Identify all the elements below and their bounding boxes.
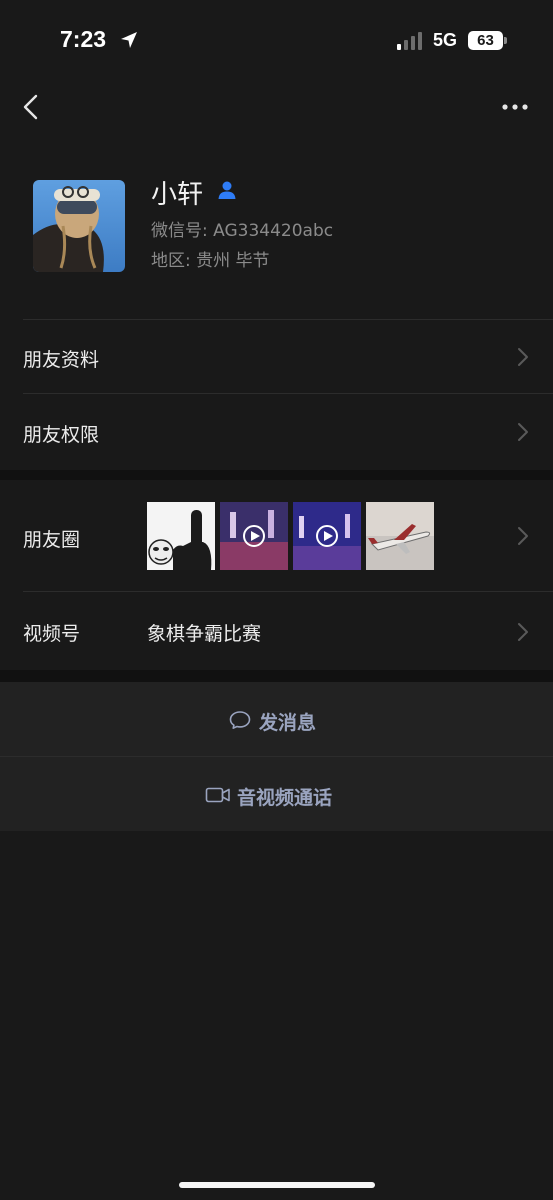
chevron-right-icon [518, 423, 528, 441]
section-gap [0, 670, 553, 682]
row-friend-info-label: 朋友资料 [23, 349, 100, 371]
row-friend-permissions-label: 朋友权限 [23, 424, 100, 446]
chevron-right-icon [518, 527, 528, 545]
profile-name: 小轩 [151, 180, 204, 210]
video-camera-icon [205, 787, 230, 803]
chevron-right-icon [518, 623, 528, 641]
battery-level: 63 [468, 31, 503, 50]
battery-icon: 63 [468, 31, 508, 50]
back-chevron-icon[interactable] [18, 92, 44, 122]
send-message-label: 发消息 [259, 712, 317, 734]
row-channels-label: 视频号 [23, 623, 81, 645]
channels-value: 象棋争霸比赛 [147, 623, 262, 645]
avatar[interactable] [33, 180, 125, 272]
video-call-label: 音视频通话 [237, 787, 333, 809]
section-gap [0, 470, 553, 480]
wechat-id: 微信号: AG334420abc [151, 221, 334, 241]
moment-thumb-meme[interactable] [147, 502, 215, 570]
row-friend-info[interactable]: 朋友资料 [0, 320, 553, 393]
moment-thumb-airplane[interactable] [366, 502, 434, 570]
network-type: 5G [433, 30, 458, 50]
video-call-button[interactable]: 音视频通话 [0, 757, 553, 831]
more-dots-icon[interactable] [500, 97, 530, 117]
row-friend-permissions[interactable]: 朋友权限 [0, 394, 553, 470]
chat-bubble-icon [229, 711, 251, 729]
status-time: 7:23 [60, 26, 107, 52]
region: 地区: 贵州 毕节 [151, 251, 270, 271]
row-moments-label: 朋友圈 [23, 529, 81, 551]
signal-strength-icon [397, 32, 422, 50]
moment-thumb-video-2[interactable] [293, 502, 361, 570]
home-indicator[interactable] [179, 1182, 375, 1188]
chevron-right-icon [518, 348, 528, 366]
person-icon [218, 181, 236, 199]
location-arrow-icon [121, 32, 137, 48]
send-message-button[interactable]: 发消息 [0, 682, 553, 756]
status-bar: 7:23 5G 63 [0, 0, 553, 80]
contact-profile-screen: 7:23 5G 63 小轩 微信号: AG334420abc 地区: 贵州 毕节… [0, 0, 553, 1200]
moment-thumb-video-1[interactable] [220, 502, 288, 570]
battery-tip [504, 37, 507, 44]
row-channels[interactable]: 视频号 [0, 592, 553, 670]
